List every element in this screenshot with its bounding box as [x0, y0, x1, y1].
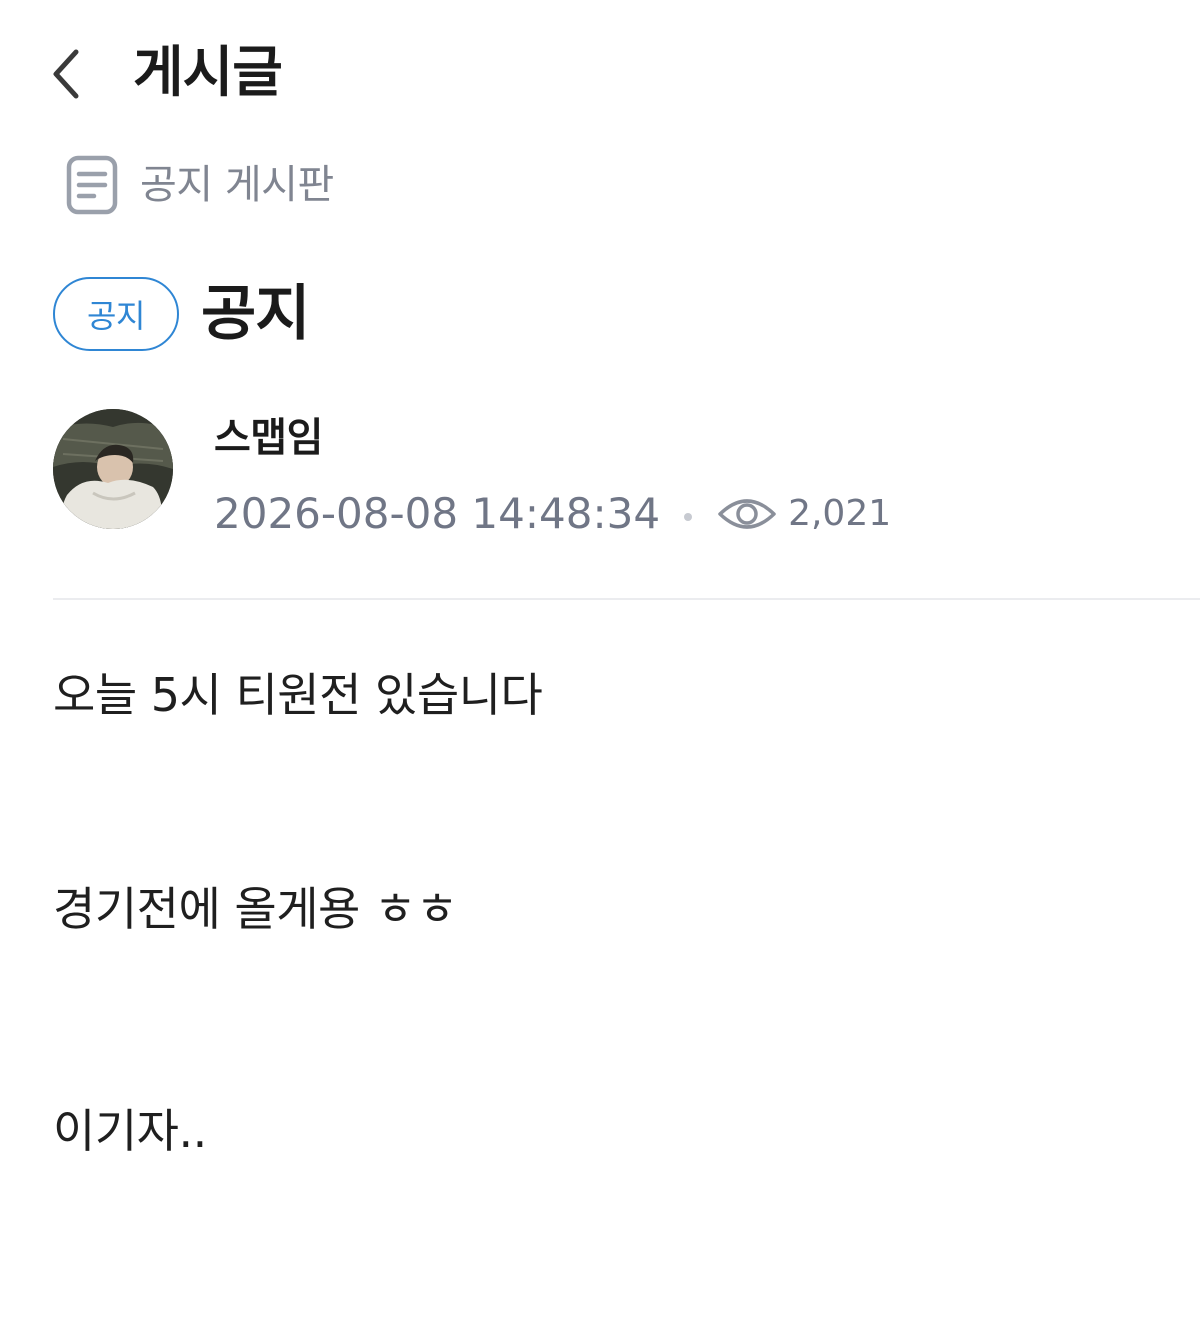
board-name: 공지 게시판: [140, 162, 334, 208]
document-icon: [62, 152, 122, 218]
board-breadcrumb[interactable]: 공지 게시판: [62, 152, 334, 218]
eye-icon: [716, 486, 778, 542]
post-meta: 2026-08-08 14:48:34 2,021: [214, 486, 891, 542]
view-count: 2,021: [788, 493, 892, 534]
body-paragraph: 오늘 5시 티원전 있습니다: [53, 668, 543, 722]
notice-badge: 공지: [53, 277, 179, 351]
post-title: 공지: [201, 279, 310, 349]
post-title-row: 공지 공지: [53, 272, 310, 356]
page-title: 게시글: [133, 40, 283, 104]
author-info: 스맵임 2026-08-08 14:48:34 2,021: [53, 408, 1153, 538]
post-datetime: 2026-08-08 14:48:34: [214, 489, 661, 538]
chevron-left-icon: [53, 49, 79, 99]
divider: [53, 598, 1200, 600]
back-button[interactable]: [36, 38, 96, 110]
post-detail-screen: 게시글 공지 게시판 공지 공지 스맵임 2026-08-08 14:48:34…: [0, 0, 1200, 1322]
body-paragraph: 이기자..: [53, 1104, 207, 1158]
avatar[interactable]: [53, 409, 173, 529]
top-bar: 게시글: [0, 0, 1200, 140]
body-paragraph: 경기전에 올게용 ㅎㅎ: [53, 882, 458, 936]
author-name[interactable]: 스맵임: [214, 410, 323, 466]
dot-separator: [684, 513, 693, 521]
